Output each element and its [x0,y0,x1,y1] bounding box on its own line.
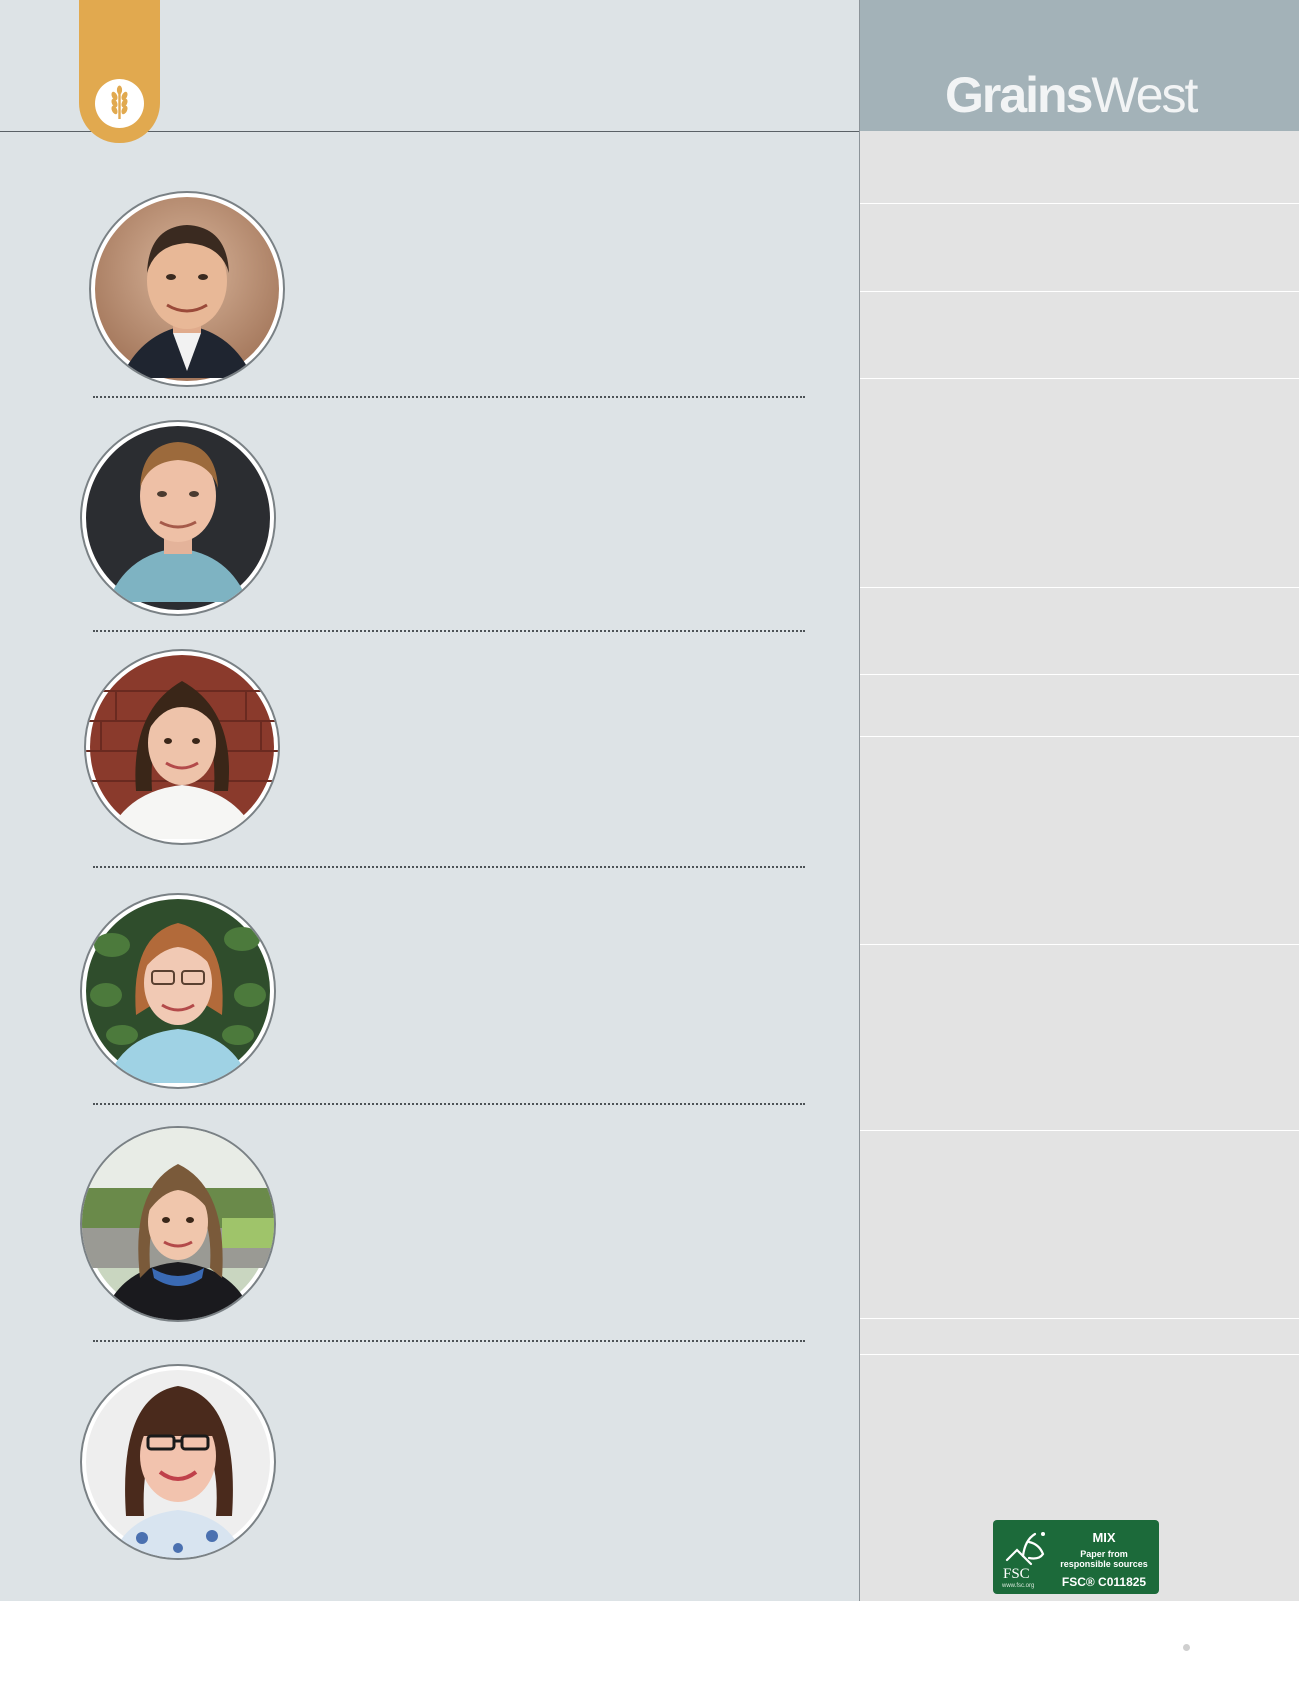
wheat-icon [95,79,144,128]
contributor-photo-6 [80,1364,276,1560]
sidebar-rule [860,944,1299,945]
sidebar-rule [860,674,1299,675]
sidebar-rule [860,1130,1299,1131]
brand-header: GrainsWest [860,0,1299,131]
contributor-photo-2 [80,420,276,616]
sidebar-rule [860,736,1299,737]
sidebar-rule [860,1354,1299,1355]
contributor-photo-3 [84,649,280,845]
left-header [0,0,859,143]
divider [93,396,805,398]
fsc-code: FSC® C011825 [1061,1575,1147,1589]
sidebar-rule [860,203,1299,204]
fsc-logo-text: FSC [1003,1566,1030,1582]
fsc-mix: MIX [1092,1530,1116,1545]
sidebar-rule [860,587,1299,588]
brand-name-bold: Grains [945,67,1093,123]
divider [93,1340,805,1342]
fsc-paper-line-2: responsible sources [1060,1559,1148,1569]
divider [93,630,805,632]
brand-name-regular: West [1091,67,1198,123]
contributor-photo-1 [89,191,285,387]
sidebar-rule [860,1318,1299,1319]
fsc-paper-text: Paper from responsible sources [1055,1549,1153,1569]
fsc-label: FSC www.fsc.org MIX Paper from responsib… [993,1520,1159,1594]
page-marker [1183,1644,1190,1651]
divider [93,1103,805,1105]
sidebar-column: GrainsWest [860,0,1299,1601]
contributor-photo-5 [80,1126,276,1322]
contributors-column [0,0,860,1601]
brand-logo: GrainsWest [945,66,1245,124]
fsc-url: www.fsc.org [1002,1583,1035,1589]
contributor-photo-4 [80,893,276,1089]
divider [93,866,805,868]
fsc-paper-line-1: Paper from [1080,1549,1128,1559]
section-tab [79,0,160,143]
sidebar-rule [860,291,1299,292]
sidebar-rule [860,378,1299,379]
